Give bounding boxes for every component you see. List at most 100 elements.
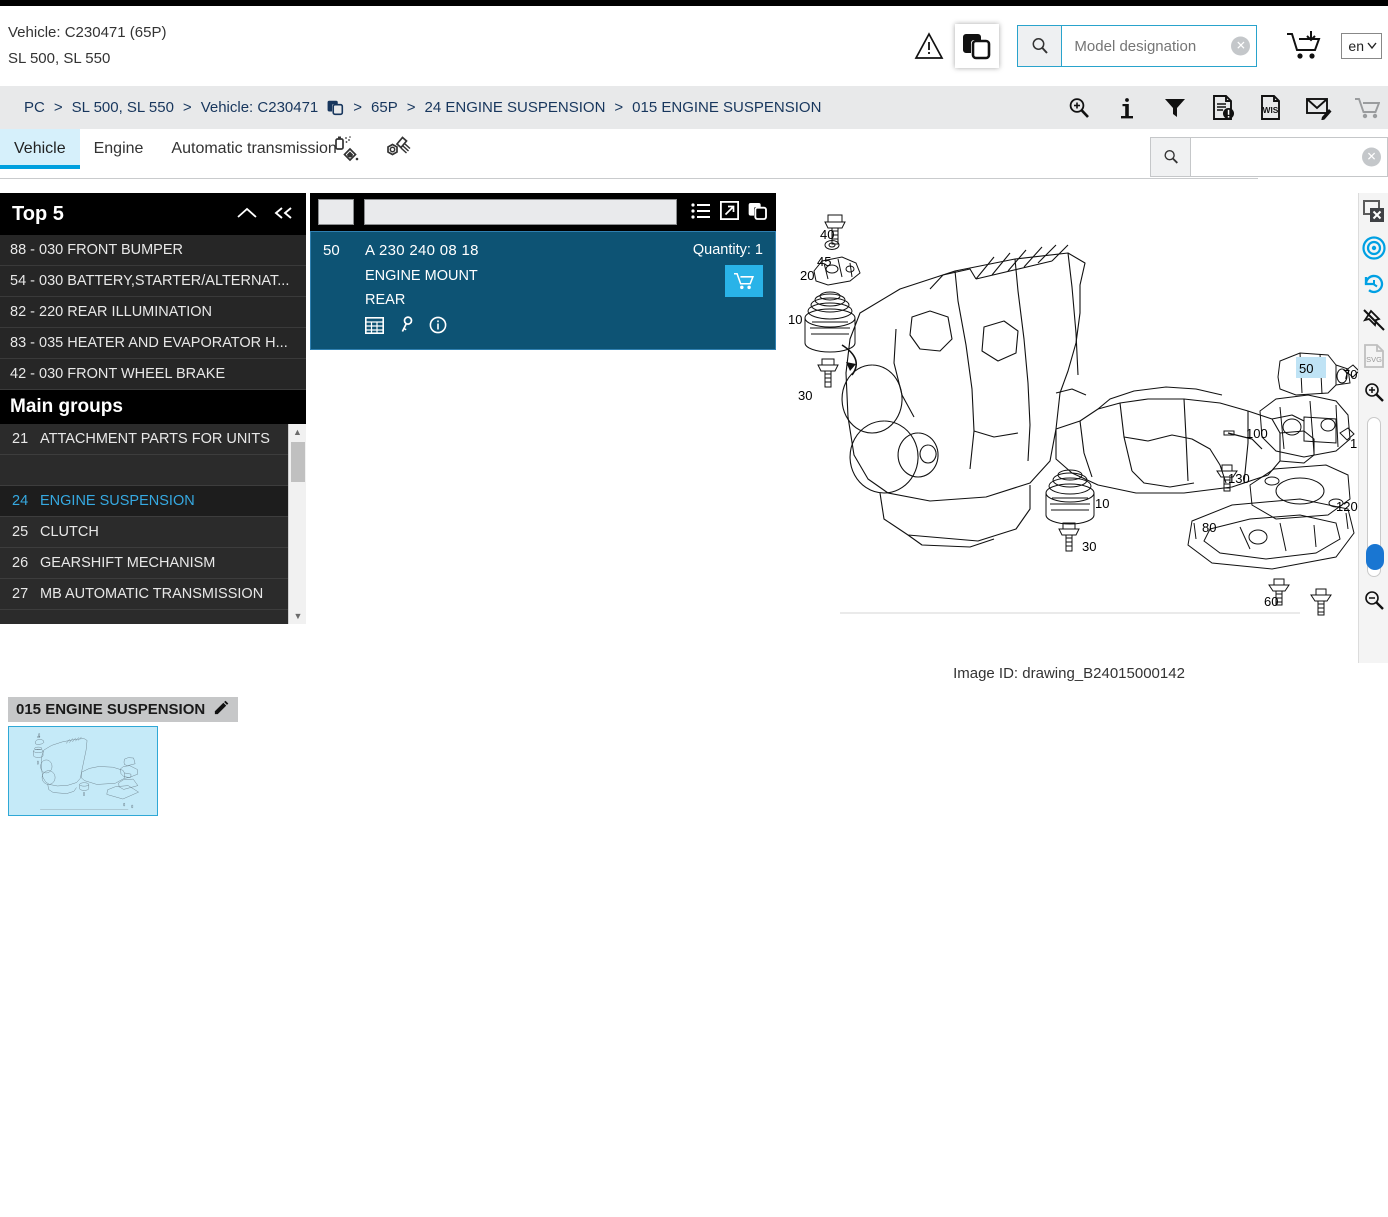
search-icon[interactable]: [1018, 26, 1063, 66]
group-label: CLUTCH: [40, 524, 99, 540]
email-edit-icon[interactable]: [1306, 95, 1332, 121]
zoom-in-icon[interactable]: [1361, 379, 1387, 405]
tab-vehicle[interactable]: Vehicle: [0, 129, 80, 169]
group-number: 26: [12, 555, 29, 571]
clear-x-icon[interactable]: ✕: [1362, 147, 1381, 167]
copy-icon[interactable]: [748, 201, 768, 224]
main-groups-body: 21 ATTACHMENT PARTS FOR UNITS 24 ENGINE …: [0, 424, 306, 624]
zoom-slider[interactable]: [1365, 417, 1384, 577]
exploded-view-drawing[interactable]: 40 45 20 10 30 10 30 50 70 1 100 130 120…: [780, 193, 1358, 663]
thumbnail-header: 015 ENGINE SUSPENSION: [8, 697, 239, 722]
info-icon[interactable]: [1114, 95, 1140, 121]
search-icon[interactable]: [1151, 138, 1191, 176]
document-alert-icon[interactable]: [1210, 95, 1236, 121]
breadcrumb-item-group[interactable]: 24 ENGINE SUSPENSION: [425, 99, 606, 116]
svg-text:10: 10: [1095, 496, 1109, 511]
content-search[interactable]: ✕: [1150, 137, 1388, 177]
sidebar-item-blank[interactable]: [0, 455, 288, 486]
thumbnail-preview[interactable]: [8, 726, 158, 816]
close-window-icon[interactable]: [1361, 199, 1387, 225]
chevron-double-left-icon[interactable]: [272, 203, 294, 226]
bolt-nut-icon[interactable]: [380, 135, 412, 168]
svg-text:120: 120: [1336, 499, 1358, 514]
zoom-in-icon[interactable]: [1066, 95, 1092, 121]
tab-automatic-transmission[interactable]: Automatic transmission: [157, 129, 350, 169]
svg-text:130: 130: [1228, 471, 1250, 486]
svg-text:10: 10: [788, 312, 802, 327]
breadcrumb-item-vehicle[interactable]: Vehicle: C230471: [201, 99, 319, 116]
part-number[interactable]: A 230 240 08 18: [365, 242, 633, 259]
parts-filter-input[interactable]: [364, 199, 677, 225]
expand-icon[interactable]: [719, 200, 740, 223]
model-designation-search[interactable]: ✕: [1017, 25, 1258, 67]
breadcrumb-item-code[interactable]: 65P: [371, 99, 398, 116]
filter-icon[interactable]: [1162, 95, 1188, 121]
unpin-icon[interactable]: [1361, 307, 1387, 333]
top5-item[interactable]: 42 - 030 FRONT WHEEL BRAKE: [0, 359, 306, 390]
breadcrumb-separator: >: [406, 99, 416, 116]
top5-item[interactable]: 54 - 030 BATTERY,STARTER/ALTERNAT...: [0, 266, 306, 297]
part-quantity: Quantity: 1: [633, 242, 763, 258]
paint-spray-icon[interactable]: [332, 135, 362, 168]
shopping-cart-icon[interactable]: [1354, 95, 1380, 121]
svg-text:100: 100: [1246, 426, 1268, 441]
breadcrumb-separator: >: [182, 99, 192, 116]
key-icon[interactable]: [398, 316, 415, 337]
breadcrumb-item-subgroup[interactable]: 015 ENGINE SUSPENSION: [632, 99, 821, 116]
search-input-wrap: ✕: [1062, 26, 1257, 66]
info-circle-icon[interactable]: [429, 316, 447, 337]
target-icon[interactable]: [1361, 235, 1387, 261]
wis-document-icon[interactable]: WIS: [1258, 95, 1284, 121]
sidebar-item-26-gearshift-mechanism[interactable]: 26 GEARSHIFT MECHANISM: [0, 548, 288, 579]
top5-controls: [236, 203, 294, 226]
language-selector[interactable]: en: [1341, 33, 1382, 59]
add-to-cart-icon[interactable]: [1281, 24, 1329, 68]
scroll-down-arrow-icon[interactable]: ▼: [289, 608, 307, 624]
main-groups-scrollbar[interactable]: ▲ ▼: [288, 424, 306, 624]
group-number: 25: [12, 524, 29, 540]
table-grid-icon[interactable]: [365, 316, 384, 337]
svg-text:20: 20: [800, 268, 814, 283]
scrollbar-thumb[interactable]: [291, 442, 305, 482]
zoom-out-icon[interactable]: [1361, 587, 1387, 613]
scroll-up-arrow-icon[interactable]: ▲: [289, 424, 306, 440]
tab-engine[interactable]: Engine: [80, 129, 158, 169]
top5-item[interactable]: 82 - 220 REAR ILLUMINATION: [0, 297, 306, 328]
clear-x-icon[interactable]: ✕: [1231, 36, 1251, 56]
history-icon[interactable]: [1361, 271, 1387, 297]
left-sidebar: Top 5 88 - 030 FRONT BUMPER 54 - 030 BAT…: [0, 193, 306, 624]
svg-export-icon[interactable]: SVG: [1361, 343, 1387, 369]
language-value: en: [1348, 38, 1364, 54]
add-to-cart-icon[interactable]: [725, 265, 763, 297]
svg-text:80: 80: [1202, 520, 1216, 535]
warning-triangle-icon[interactable]: [909, 26, 949, 66]
header-actions: ✕ en: [909, 6, 1388, 86]
sidebar-item-21[interactable]: 21 ATTACHMENT PARTS FOR UNITS: [0, 424, 288, 455]
part-qualifier: REAR: [365, 292, 406, 308]
search-input[interactable]: [1062, 26, 1257, 66]
breadcrumb-item-pc[interactable]: PC: [24, 99, 45, 116]
sidebar-item-24-engine-suspension[interactable]: 24 ENGINE SUSPENSION: [0, 486, 288, 517]
edit-pencil-icon[interactable]: [213, 699, 230, 720]
parts-filter-small-input[interactable]: [318, 199, 354, 225]
list-view-icon[interactable]: [691, 202, 711, 223]
breadcrumb-toolbar: WIS: [1066, 86, 1380, 129]
table-row[interactable]: 50 A 230 240 08 18 ENGINE MOUNT REAR Qua…: [310, 231, 776, 350]
vehicle-info: Vehicle: C230471 (65P) SL 500, SL 550: [8, 20, 166, 72]
thumbnail-section: 015 ENGINE SUSPENSION: [8, 697, 258, 816]
chevron-up-icon[interactable]: [236, 203, 258, 226]
group-number: 21: [12, 431, 29, 447]
breadcrumb-item-model[interactable]: SL 500, SL 550: [72, 99, 174, 116]
content-search-input[interactable]: [1191, 138, 1387, 176]
sidebar-item-27-mb-automatic-transmission[interactable]: 27 MB AUTOMATIC TRANSMISSION: [0, 579, 288, 610]
group-number: 24: [12, 493, 29, 509]
group-number: 27: [12, 586, 29, 602]
svg-text:70: 70: [1343, 367, 1357, 382]
svg-text:40: 40: [820, 227, 834, 242]
top5-item[interactable]: 88 - 030 FRONT BUMPER: [0, 235, 306, 266]
copy-icon[interactable]: [955, 24, 1000, 68]
copy-icon[interactable]: [327, 99, 344, 116]
sidebar-item-25-clutch[interactable]: 25 CLUTCH: [0, 517, 288, 548]
zoom-slider-handle[interactable]: [1365, 544, 1384, 570]
top5-item[interactable]: 83 - 035 HEATER AND EVAPORATOR H...: [0, 328, 306, 359]
